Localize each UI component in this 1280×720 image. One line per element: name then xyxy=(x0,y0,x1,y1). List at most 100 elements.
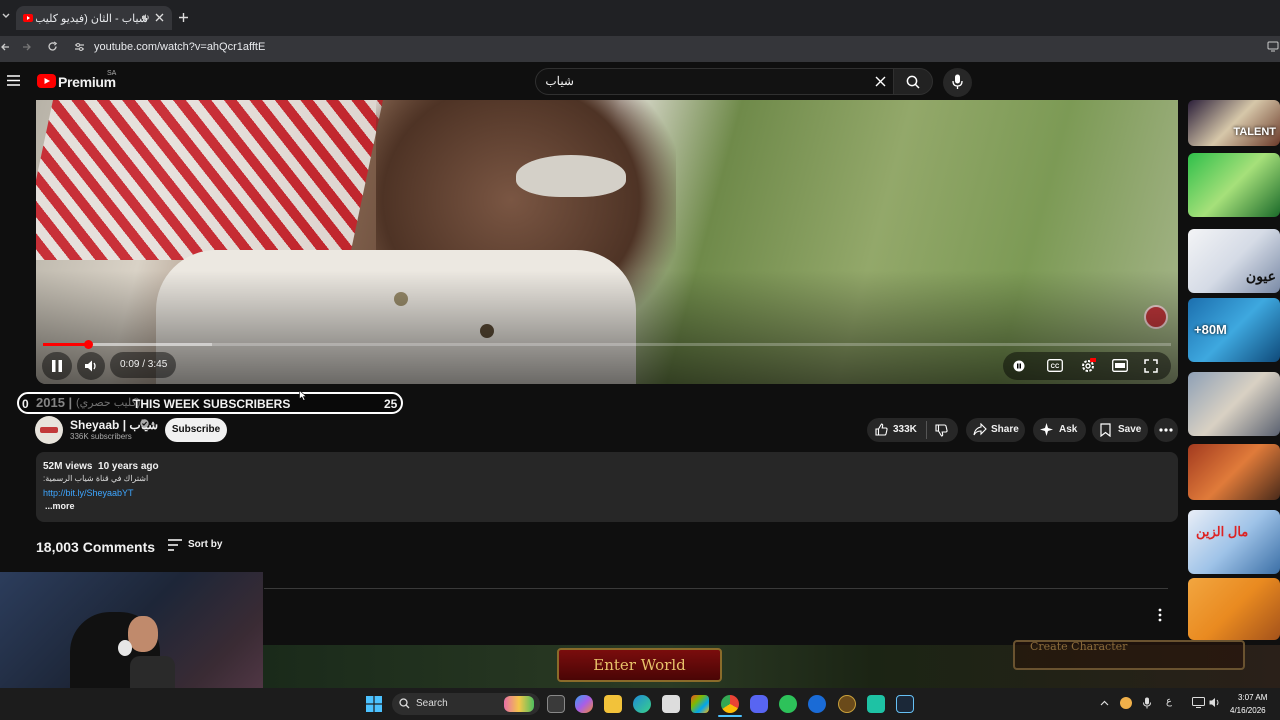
windows-start-icon[interactable] xyxy=(366,696,382,712)
clear-search-icon[interactable] xyxy=(875,76,886,87)
sort-icon[interactable] xyxy=(168,539,182,551)
forward-arrow-icon[interactable] xyxy=(22,42,32,52)
hamburger-menu-icon[interactable] xyxy=(7,75,20,86)
network-icon[interactable] xyxy=(1192,697,1205,708)
related-video-thumbnail[interactable] xyxy=(1188,372,1280,436)
task-view-icon[interactable] xyxy=(547,695,565,713)
mouse-cursor-icon xyxy=(299,390,307,401)
country-code: SA xyxy=(107,70,117,77)
microsoft-365-icon[interactable] xyxy=(691,695,709,713)
thumbnail-text: TALENT xyxy=(1233,126,1276,138)
ask-button[interactable]: Ask xyxy=(1033,418,1086,442)
bookmark-icon xyxy=(1100,423,1111,437)
related-video-thumbnail[interactable] xyxy=(1188,444,1280,500)
tray-microphone-icon[interactable] xyxy=(1143,697,1151,709)
edge-browser-icon[interactable] xyxy=(633,695,651,713)
related-video-thumbnail[interactable] xyxy=(1188,578,1280,640)
pause-button[interactable] xyxy=(42,352,72,380)
show-hidden-icons-chevron-icon[interactable] xyxy=(1100,700,1109,706)
theater-mode-icon[interactable] xyxy=(1112,359,1128,372)
copilot-icon[interactable] xyxy=(575,695,593,713)
sort-by-button[interactable]: Sort by xyxy=(188,539,222,550)
show-more-link[interactable]: ...more xyxy=(45,501,75,511)
create-character-label: Create Character xyxy=(1030,640,1128,653)
description-link[interactable]: http://bit.ly/SheyaabYT xyxy=(43,488,134,498)
scrubber-handle[interactable] xyxy=(84,340,93,349)
player-right-controls: CC xyxy=(1003,352,1171,380)
verified-badge-icon xyxy=(140,419,149,428)
battlenet-icon[interactable] xyxy=(808,695,826,713)
thumbs-down-icon[interactable] xyxy=(935,424,948,437)
search-query: شياب xyxy=(545,74,574,88)
taskbar-search-label: Search xyxy=(416,698,448,709)
chrome-icon[interactable] xyxy=(721,695,739,713)
clock-time[interactable]: 3:07 AM xyxy=(1238,693,1267,702)
voice-search-button[interactable] xyxy=(943,68,972,97)
description-box[interactable] xyxy=(36,452,1178,522)
svg-text:CC: CC xyxy=(1051,364,1060,370)
tab-search-chevron-icon[interactable] xyxy=(2,12,10,20)
headphones-icon xyxy=(118,640,132,656)
related-video-thumbnail[interactable] xyxy=(1188,153,1280,217)
settings-gear-icon[interactable] xyxy=(1080,358,1096,374)
thumbnail-text: عيون xyxy=(1245,268,1276,284)
share-button[interactable]: Share xyxy=(966,418,1025,442)
thumbnail-text: +80M xyxy=(1194,322,1227,337)
spotify-icon[interactable] xyxy=(779,695,797,713)
save-button[interactable]: Save xyxy=(1092,418,1148,442)
ask-label: Ask xyxy=(1059,424,1078,435)
file-explorer-icon[interactable] xyxy=(604,695,622,713)
related-video-thumbnail[interactable]: TALENT xyxy=(1188,100,1280,146)
url-field[interactable]: youtube.com/watch?v=ahQcr1afftE xyxy=(94,41,265,53)
like-count: 333K xyxy=(893,424,917,435)
steam-icon[interactable] xyxy=(896,695,914,713)
description-text: اشتراك في قناة شياب الرسمية: xyxy=(43,474,149,483)
subscriber-count: 336K subscribers xyxy=(70,432,132,441)
streaming-app-icon[interactable] xyxy=(867,695,885,713)
channel-avatar[interactable] xyxy=(35,416,63,444)
comment-menu-icon[interactable] xyxy=(1158,608,1162,622)
subscriber-goal-label: THIS WEEK SUBSCRIBERS xyxy=(133,397,291,411)
more-actions-button[interactable] xyxy=(1154,418,1178,442)
like-button[interactable]: 333K xyxy=(867,418,958,442)
world-of-warcraft-icon[interactable] xyxy=(838,695,856,713)
mute-button[interactable] xyxy=(77,352,105,380)
tray-app-icon[interactable] xyxy=(1120,697,1132,709)
install-app-icon[interactable] xyxy=(1267,41,1279,52)
search-input[interactable] xyxy=(535,68,895,95)
discord-icon[interactable] xyxy=(750,695,768,713)
autoplay-toggle-icon[interactable] xyxy=(1013,360,1025,372)
clock-date[interactable]: 4/16/2026 xyxy=(1230,706,1266,715)
channel-logo-icon xyxy=(40,427,58,433)
captions-icon[interactable]: CC xyxy=(1047,359,1063,372)
related-video-thumbnail[interactable]: عيون xyxy=(1188,229,1280,293)
tab-close-icon[interactable] xyxy=(155,13,164,22)
view-count-and-date: 52M views 10 years ago xyxy=(43,461,159,472)
progress-bar[interactable] xyxy=(43,343,1171,346)
search-button[interactable] xyxy=(893,68,933,95)
youtube-logo-icon[interactable] xyxy=(37,74,56,88)
progress-played xyxy=(43,343,88,346)
speaker-icon[interactable] xyxy=(1209,697,1221,708)
share-arrow-icon xyxy=(973,423,987,436)
subscriber-goal-start: 0 xyxy=(22,397,29,411)
player-gradient xyxy=(36,100,1178,384)
site-info-icon[interactable] xyxy=(74,42,85,52)
youtube-favicon-icon xyxy=(23,14,33,22)
comments-divider xyxy=(264,588,1168,589)
input-language-indicator[interactable]: ع xyxy=(1166,696,1172,707)
save-label: Save xyxy=(1118,424,1142,435)
new-tab-icon[interactable] xyxy=(178,12,189,23)
fullscreen-icon[interactable] xyxy=(1144,359,1158,373)
thumbs-up-icon xyxy=(875,423,888,436)
enter-world-button[interactable]: Enter World xyxy=(557,648,722,682)
related-video-thumbnail[interactable]: +80M xyxy=(1188,298,1280,362)
microsoft-store-icon[interactable] xyxy=(662,695,680,713)
tab-audio-icon[interactable] xyxy=(141,13,150,22)
related-video-thumbnail[interactable]: مال الزين xyxy=(1188,510,1280,574)
subscribe-button[interactable]: Subscribe xyxy=(165,418,227,442)
pause-icon xyxy=(52,360,62,372)
reload-icon[interactable] xyxy=(47,41,58,52)
tulips-widget-icon[interactable] xyxy=(504,696,534,712)
back-arrow-icon[interactable] xyxy=(0,42,10,52)
